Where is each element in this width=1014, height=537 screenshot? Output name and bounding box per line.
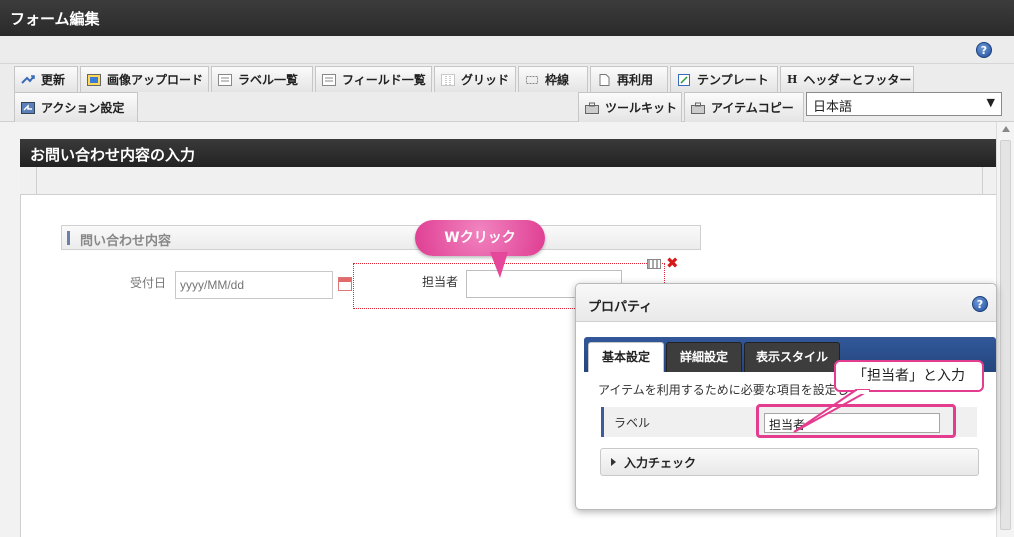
field-list-label: フィールド一覧 [342,73,426,87]
image-upload-icon [87,73,101,86]
label-property-key: ラベル [614,416,651,430]
copy-icon [691,102,705,114]
action-settings-button[interactable]: アクション設定 [14,92,138,122]
item-properties-icon[interactable] [647,259,661,269]
item-copy-label: アイテムコピー [711,101,794,115]
toolkit-button[interactable]: ツールキット [578,92,682,122]
refresh-icon [21,74,35,86]
help-icon[interactable]: ? [976,42,992,58]
scroll-up-icon[interactable] [1002,126,1010,132]
field-list-icon [322,73,336,86]
help-bar: ? [0,36,1014,64]
double-click-callout: Wクリック [415,220,545,256]
help-icon[interactable]: ? [972,296,988,312]
template-icon [677,73,691,86]
property-panel: プロパティ ? 基本設定 詳細設定 表示スタイル アイテムを利用するために必要な… [575,283,997,510]
template-label: テンプレート [697,73,769,87]
input-check-accordion[interactable]: 入力チェック [600,448,979,476]
language-select[interactable]: 日本語 ▼ [806,92,1002,116]
action-settings-label: アクション設定 [41,101,125,115]
border-label: 枠線 [545,73,570,87]
expand-arrow-icon [611,458,616,466]
toolkit-icon [585,102,599,114]
chevron-down-icon: ▼ [986,96,995,109]
vertical-scrollbar[interactable] [996,122,1014,537]
reuse-button[interactable]: 再利用 [590,66,668,92]
reuse-label: 再利用 [617,73,654,87]
header-footer-button[interactable]: H ヘッダーとフッター [780,66,914,92]
grid-button[interactable]: グリッド [434,66,516,92]
item-copy-button[interactable]: アイテムコピー [684,92,804,122]
calendar-icon[interactable] [338,277,352,291]
border-button[interactable]: 枠線 [518,66,588,92]
person-label: 担当者 [422,275,459,289]
image-upload-button[interactable]: 画像アップロード [80,66,209,92]
section-header[interactable]: 問い合わせ内容 [61,225,701,250]
subheader-divider [36,167,37,195]
date-input[interactable] [175,271,333,299]
section-title: 問い合わせ内容 [80,234,172,249]
label-list-button[interactable]: ラベル一覧 [211,66,313,92]
tab-display-style[interactable]: 表示スタイル [744,342,840,372]
reuse-icon [597,73,611,86]
accordion-label: 入力チェック [624,455,697,470]
property-title: プロパティ [588,300,653,315]
header-icon: H [787,73,798,86]
label-list-label: ラベル一覧 [238,73,299,87]
toolbar: 更新 画像アップロード ラベル一覧 フィールド一覧 グリッド 枠線 再利用 テン… [0,64,1014,122]
form-subheader [20,167,996,195]
toolkit-label: ツールキット [605,101,678,115]
refresh-label: 更新 [41,73,66,87]
language-value: 日本語 [813,100,853,115]
date-label: 受付日 [130,276,167,290]
bubble-pointer [490,252,508,278]
image-upload-label: 画像アップロード [107,73,204,87]
template-button[interactable]: テンプレート [670,66,778,92]
action-icon [21,101,35,114]
delete-item-icon[interactable]: ✖ [666,254,679,272]
tab-basic-settings[interactable]: 基本設定 [588,342,664,372]
list-icon [218,73,232,86]
field-list-button[interactable]: フィールド一覧 [315,66,432,92]
tab-detail-settings[interactable]: 詳細設定 [666,342,742,372]
border-icon [525,74,539,86]
grid-icon [441,73,455,86]
label-highlight-frame [756,404,956,438]
grid-label: グリッド [461,73,510,87]
property-panel-header: プロパティ ? [576,284,996,322]
scrollbar-thumb[interactable] [1000,140,1011,530]
header-footer-label: ヘッダーとフッター [803,73,912,87]
section-marker [67,231,70,245]
refresh-button[interactable]: 更新 [14,66,78,92]
form-title: お問い合わせ内容の入力 [20,139,996,167]
subheader-divider [982,167,983,195]
window-title: フォーム編集 [0,0,1014,36]
